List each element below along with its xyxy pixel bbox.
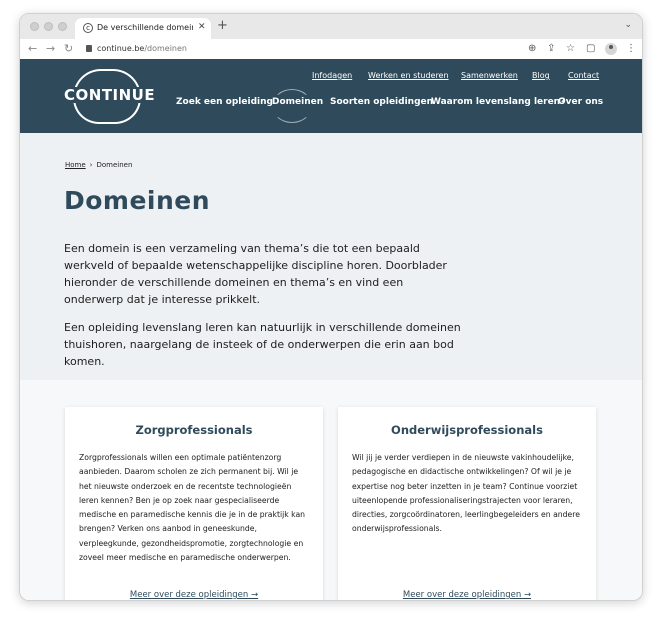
reload-icon[interactable]: ↻ xyxy=(64,42,73,55)
back-arrow-icon[interactable]: ← xyxy=(28,42,37,55)
profile-avatar-icon[interactable] xyxy=(605,43,617,55)
card-more-link[interactable]: Meer over deze opleidingen → xyxy=(338,590,596,600)
browser-toolbar: ← → ↻ continue.be/domeinen ⊕ ⇪ ☆ ▢ ⋮ xyxy=(20,39,642,60)
browser-window: c De verschillende domeinen van ✕ + ⌄ ← … xyxy=(19,13,643,601)
page-title: Domeinen xyxy=(64,186,211,215)
nav-zoek-een-opleiding[interactable]: Zoek een opleiding xyxy=(176,97,273,107)
tab-title: De verschillende domeinen van xyxy=(97,23,193,32)
domain-card-onderwijsprofessionals[interactable]: Onderwijsprofessionals Wil jij je verder… xyxy=(338,407,596,600)
util-link-samenwerken[interactable]: Samenwerken xyxy=(461,71,518,80)
page-viewport: CONTINUE Infodagen Werken en studeren Sa… xyxy=(20,59,642,600)
util-link-werken-en-studeren[interactable]: Werken en studeren xyxy=(368,71,449,80)
nav-domeinen[interactable]: Domeinen xyxy=(272,97,323,107)
bookmark-star-icon[interactable]: ☆ xyxy=(566,43,575,54)
domain-card-zorgprofessionals[interactable]: Zorgprofessionals Zorgprofessionals will… xyxy=(65,407,323,600)
continue-logo[interactable]: CONTINUE xyxy=(64,69,156,124)
nav-soorten-opleidingen[interactable]: Soorten opleidingen xyxy=(330,97,433,107)
logo-text: CONTINUE xyxy=(64,86,156,104)
forward-arrow-icon[interactable]: → xyxy=(46,42,55,55)
tab-list-chevron-icon[interactable]: ⌄ xyxy=(624,20,632,30)
side-panel-icon[interactable]: ▢ xyxy=(586,43,595,54)
util-link-blog[interactable]: Blog xyxy=(532,71,550,80)
maximize-window-button[interactable] xyxy=(58,22,67,31)
intro-paragraph-1: Een domein is een verzameling van thema’… xyxy=(64,242,447,306)
card-description: Wil jij je verder verdiepen in de nieuws… xyxy=(352,453,581,534)
url-domain: continue.be xyxy=(97,44,145,53)
util-link-infodagen[interactable]: Infodagen xyxy=(312,71,352,80)
card-title: Onderwijsprofessionals xyxy=(391,423,543,437)
util-link-contact[interactable]: Contact xyxy=(568,71,599,80)
domain-cards-section: Zorgprofessionals Zorgprofessionals will… xyxy=(20,380,642,600)
breadcrumb-current: Domeinen xyxy=(96,161,133,169)
card-title: Zorgprofessionals xyxy=(135,423,253,437)
breadcrumb-separator-icon: › xyxy=(89,161,93,169)
breadcrumb: Home › Domeinen xyxy=(65,161,132,169)
minimize-window-button[interactable] xyxy=(44,22,53,31)
tab-close-icon[interactable]: ✕ xyxy=(198,22,206,32)
browser-tab-bar: c De verschillende domeinen van ✕ + ⌄ xyxy=(20,14,642,39)
lock-icon xyxy=(86,45,92,52)
nav-over-ons[interactable]: Over ons xyxy=(558,97,603,107)
close-window-button[interactable] xyxy=(30,22,39,31)
url-path: /domeinen xyxy=(144,44,187,53)
card-more-link[interactable]: Meer over deze opleidingen → xyxy=(65,590,323,600)
share-icon[interactable]: ⇪ xyxy=(547,43,555,54)
site-favicon-icon: c xyxy=(83,23,93,33)
install-app-icon[interactable]: ⊕ xyxy=(528,43,536,54)
address-bar[interactable]: continue.be/domeinen xyxy=(86,42,556,56)
breadcrumb-home-link[interactable]: Home xyxy=(65,161,86,169)
nav-waarom-levenslang-leren[interactable]: Waarom levenslang leren? xyxy=(431,97,565,107)
card-description: Zorgprofessionals willen een optimale pa… xyxy=(79,453,306,563)
browser-tab[interactable]: c De verschillende domeinen van ✕ xyxy=(75,18,211,39)
intro-paragraph-2: Een opleiding levenslang leren kan natuu… xyxy=(64,321,461,368)
page-intro-section: Home › Domeinen Domeinen Een domein is een… xyxy=(20,133,642,380)
more-menu-icon[interactable]: ⋮ xyxy=(626,43,636,54)
new-tab-icon[interactable]: + xyxy=(217,18,228,33)
site-header: CONTINUE Infodagen Werken en studeren Sa… xyxy=(20,59,642,133)
